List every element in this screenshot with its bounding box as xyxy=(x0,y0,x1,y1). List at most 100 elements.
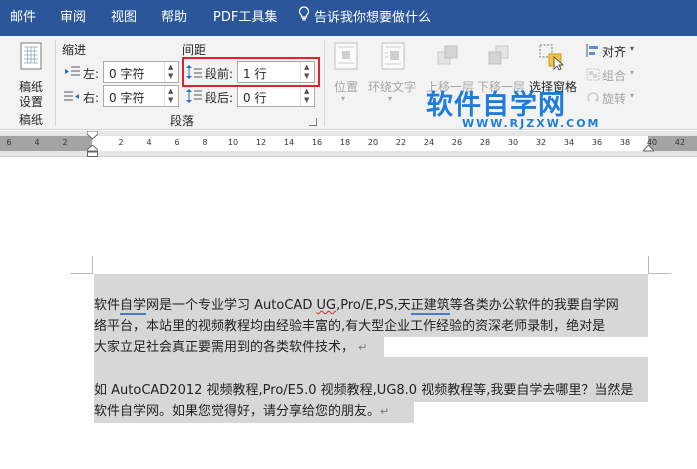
group-divider xyxy=(324,40,325,126)
ruler-tick-label: 12 xyxy=(255,138,267,147)
wrap-text-icon xyxy=(381,42,405,70)
align-icon xyxy=(586,44,598,57)
chevron-down-icon: ▾ xyxy=(630,68,635,77)
ruler-tick-label: 30 xyxy=(507,138,519,147)
paragraph-mark-icon: ↵ xyxy=(358,341,368,354)
indent-left-value: 0 字符 xyxy=(109,67,145,81)
position-button[interactable]: 位置 ▾ xyxy=(331,40,361,104)
spacing-after-value: 0 行 xyxy=(243,91,267,105)
group-divider xyxy=(55,40,56,126)
spinner-arrows[interactable]: ▲ ▼ xyxy=(164,86,178,106)
text-run: ,Pro/E,PS,天 xyxy=(336,298,411,313)
spinner-arrows[interactable]: ▲ ▼ xyxy=(164,62,178,82)
paragraph-group-label: 段落 xyxy=(170,114,195,128)
paragraph-line[interactable]: 软件自学网。如果您觉得好，请分享给您的朋友。↵ xyxy=(94,401,389,422)
text-run: 软件自学网。如果您觉得好，请分享给您的朋友。 xyxy=(94,404,381,419)
spacing-after-spinner[interactable]: 0 行 ▲ ▼ xyxy=(237,85,315,107)
paragraph-line[interactable]: 络平台，本站里的视频教程均由经验丰富的,有大型企业工作经验的资深老师录制，绝对是 xyxy=(94,316,605,337)
right-indent-marker[interactable] xyxy=(643,145,654,153)
group-icon xyxy=(586,68,600,81)
document-canvas[interactable]: 软件自学网是一个专业学习 AutoCAD UG,Pro/E,PS,天正建筑等各类… xyxy=(0,158,697,469)
rotate-label: 旋转 xyxy=(602,92,627,106)
text-run-underlined: 自学 xyxy=(120,298,147,315)
paragraph-dialog-launcher[interactable] xyxy=(309,118,317,126)
tab-view[interactable]: 视图 xyxy=(111,0,137,36)
spacing-title: 间距 xyxy=(182,43,207,57)
spinner-arrows[interactable]: ▲ ▼ xyxy=(300,86,314,106)
ruler-tick-label: 28 xyxy=(479,138,491,147)
ruler-tick-label: 6 xyxy=(6,138,12,147)
ruler-tick-label: 16 xyxy=(311,138,323,147)
spacing-after-icon xyxy=(186,89,202,103)
position-label: 位置 xyxy=(334,80,359,94)
indent-left-label: 左: xyxy=(83,67,100,81)
ruler-tick-label: 2 xyxy=(118,138,124,147)
watermark-url: WWW.RJZXW.COM xyxy=(462,117,601,130)
tab-help[interactable]: 帮助 xyxy=(161,0,187,36)
hanging-indent-marker[interactable] xyxy=(87,145,98,157)
manuscript-group-label: 稿纸 xyxy=(19,113,44,127)
ruler-tick-label: 6 xyxy=(174,138,180,147)
ruler-tick-label: 34 xyxy=(563,138,575,147)
group-button[interactable]: 组合 ▾ xyxy=(584,65,644,83)
manuscript-settings-button[interactable]: 稿纸 设置 xyxy=(14,40,48,109)
chevron-down-icon: ▾ xyxy=(630,91,635,100)
ruler-tick-label: 10 xyxy=(227,138,239,147)
align-label: 对齐 xyxy=(602,45,627,59)
paragraph-mark-icon: ↵ xyxy=(380,405,390,418)
position-icon xyxy=(334,42,358,70)
wrap-text-button[interactable]: 环绕文字 ▾ xyxy=(368,40,418,104)
ruler-tick-label: 32 xyxy=(535,138,547,147)
text-run: 大家立足社会真正要需用到的各类软件技术， xyxy=(94,340,355,355)
send-backward-icon xyxy=(488,45,509,65)
tell-me-box[interactable]: 告诉我你想要做什么 xyxy=(298,0,431,36)
first-line-indent-marker[interactable] xyxy=(87,131,98,141)
ruler-tick-label: 4 xyxy=(34,138,40,147)
tab-pdf-tools[interactable]: PDF工具集 xyxy=(213,0,277,36)
group-label: 组合 xyxy=(602,69,627,83)
ruler-tick-label: 36 xyxy=(591,138,603,147)
horizontal-ruler[interactable]: 6 4 2 2 4 6 8 10 12 14 16 18 20 22 24 26 28 30 32 34 36 38 40 4… xyxy=(0,131,697,157)
paragraph-line[interactable]: 大家立足社会真正要需用到的各类软件技术， ↵ xyxy=(94,337,367,358)
chevron-down-icon: ▾ xyxy=(388,94,393,103)
tell-me-text: 告诉我你想要做什么 xyxy=(314,10,432,26)
align-button[interactable]: 对齐 ▾ xyxy=(584,41,644,59)
ribbon-layout: 稿纸 设置 稿纸 缩进 左: 0 字符 ▲ ▼ 右: 0 字符 ▲ ▼ 间距 段前:… xyxy=(0,36,697,130)
crop-mark xyxy=(648,256,649,274)
ruler-tick-label: 2 xyxy=(62,138,68,147)
ruler-left-margin xyxy=(0,136,92,151)
ruler-tick-label: 42 xyxy=(674,138,686,147)
ribbon-tab-bar: 邮件 审阅 视图 帮助 PDF工具集 告诉我你想要做什么 xyxy=(0,0,697,36)
wrap-text-label: 环绕文字 xyxy=(368,80,417,94)
rotate-button[interactable]: 旋转 ▾ xyxy=(584,88,644,106)
ruler-tick-label: 26 xyxy=(451,138,463,147)
paragraph-line[interactable]: 如 AutoCAD2012 视频教程,Pro/E5.0 视频教程,UG8.0 视… xyxy=(94,380,633,401)
ruler-tick-label: 22 xyxy=(395,138,407,147)
indent-right-spinner[interactable]: 0 字符 ▲ ▼ xyxy=(103,85,179,107)
crop-mark xyxy=(70,273,93,274)
indent-right-icon xyxy=(64,91,79,101)
ruler-tick-label: 18 xyxy=(339,138,351,147)
indent-right-value: 0 字符 xyxy=(109,91,145,105)
crop-mark xyxy=(648,273,671,274)
ruler-tick-label: 4 xyxy=(146,138,152,147)
chevron-down-icon: ▾ xyxy=(341,94,346,103)
paragraph-line[interactable]: 软件自学网是一个专业学习 AutoCAD UG,Pro/E,PS,天正建筑等各类… xyxy=(94,295,619,316)
indent-title: 缩进 xyxy=(62,43,87,57)
text-run: 软件 xyxy=(94,298,121,313)
ruler-tick-label: 8 xyxy=(202,138,208,147)
manuscript-button-line2: 设置 xyxy=(19,95,44,109)
indent-left-spinner[interactable]: 0 字符 ▲ ▼ xyxy=(103,61,179,83)
tab-mailings[interactable]: 邮件 xyxy=(10,0,36,36)
chevron-down-icon: ▾ xyxy=(630,44,635,53)
ruler-tick-label: 24 xyxy=(423,138,435,147)
text-run-underlined: 正建筑 xyxy=(410,298,450,315)
selection-pane-icon xyxy=(539,44,565,71)
tab-review[interactable]: 审阅 xyxy=(60,0,86,36)
ruler-tick-label: 14 xyxy=(283,138,295,147)
crop-mark xyxy=(92,256,93,274)
ruler-tick-label: 38 xyxy=(619,138,631,147)
indent-right-label: 右: xyxy=(83,91,100,105)
spacing-after-label: 段后: xyxy=(205,91,234,105)
spacing-before-highlight xyxy=(182,57,320,87)
